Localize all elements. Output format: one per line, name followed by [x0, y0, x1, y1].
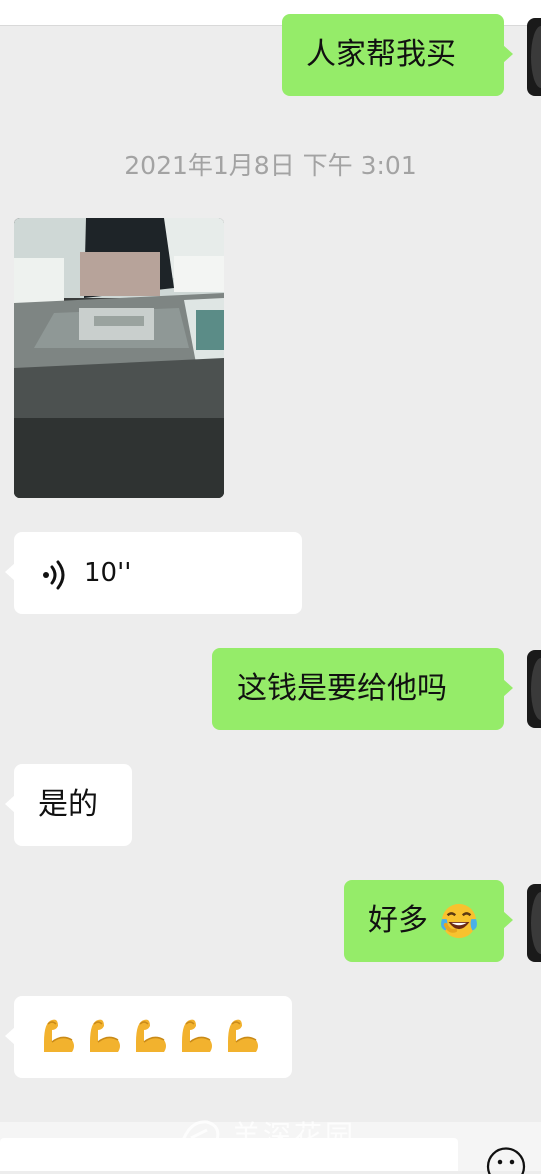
- message-input[interactable]: [0, 1138, 458, 1171]
- my-avatar[interactable]: [527, 18, 541, 96]
- incoming-voice-message[interactable]: 10'': [14, 532, 302, 614]
- message-text: 人家帮我买: [306, 14, 456, 96]
- flexed-biceps-emoji: [136, 1020, 166, 1052]
- flexed-biceps-emoji: [228, 1020, 258, 1052]
- message-timestamp: 2021年1月8日 下午 3:01: [0, 146, 541, 182]
- my-avatar[interactable]: [527, 650, 541, 728]
- emoji-button-icon[interactable]: [476, 1144, 536, 1174]
- voice-duration: 10'': [84, 532, 131, 614]
- flexed-biceps-emoji: [182, 1020, 212, 1052]
- incoming-message-bubble[interactable]: 是的: [14, 764, 132, 846]
- outgoing-message-bubble[interactable]: 好多: [344, 880, 504, 962]
- laughing-tears-emoji: [440, 902, 478, 940]
- message-text: 这钱是要给他吗: [237, 648, 447, 730]
- incoming-photo[interactable]: [14, 218, 224, 498]
- message-text: 好多: [368, 880, 428, 962]
- watermark-text: 羊深花园: [232, 1114, 356, 1154]
- message-text: 是的: [38, 764, 98, 846]
- incoming-emoji-message[interactable]: [14, 996, 292, 1078]
- photo-image: [14, 218, 224, 498]
- flexed-biceps-emoji-row: [38, 1016, 278, 1056]
- flexed-biceps-emoji: [44, 1020, 74, 1052]
- my-avatar[interactable]: [527, 884, 541, 962]
- watermark-logo-icon: [177, 1116, 223, 1152]
- outgoing-message-bubble[interactable]: 这钱是要给他吗: [212, 648, 504, 730]
- voice-wave-icon: [40, 560, 80, 590]
- flexed-biceps-emoji: [90, 1020, 120, 1052]
- outgoing-message-bubble[interactable]: 人家帮我买: [282, 14, 504, 96]
